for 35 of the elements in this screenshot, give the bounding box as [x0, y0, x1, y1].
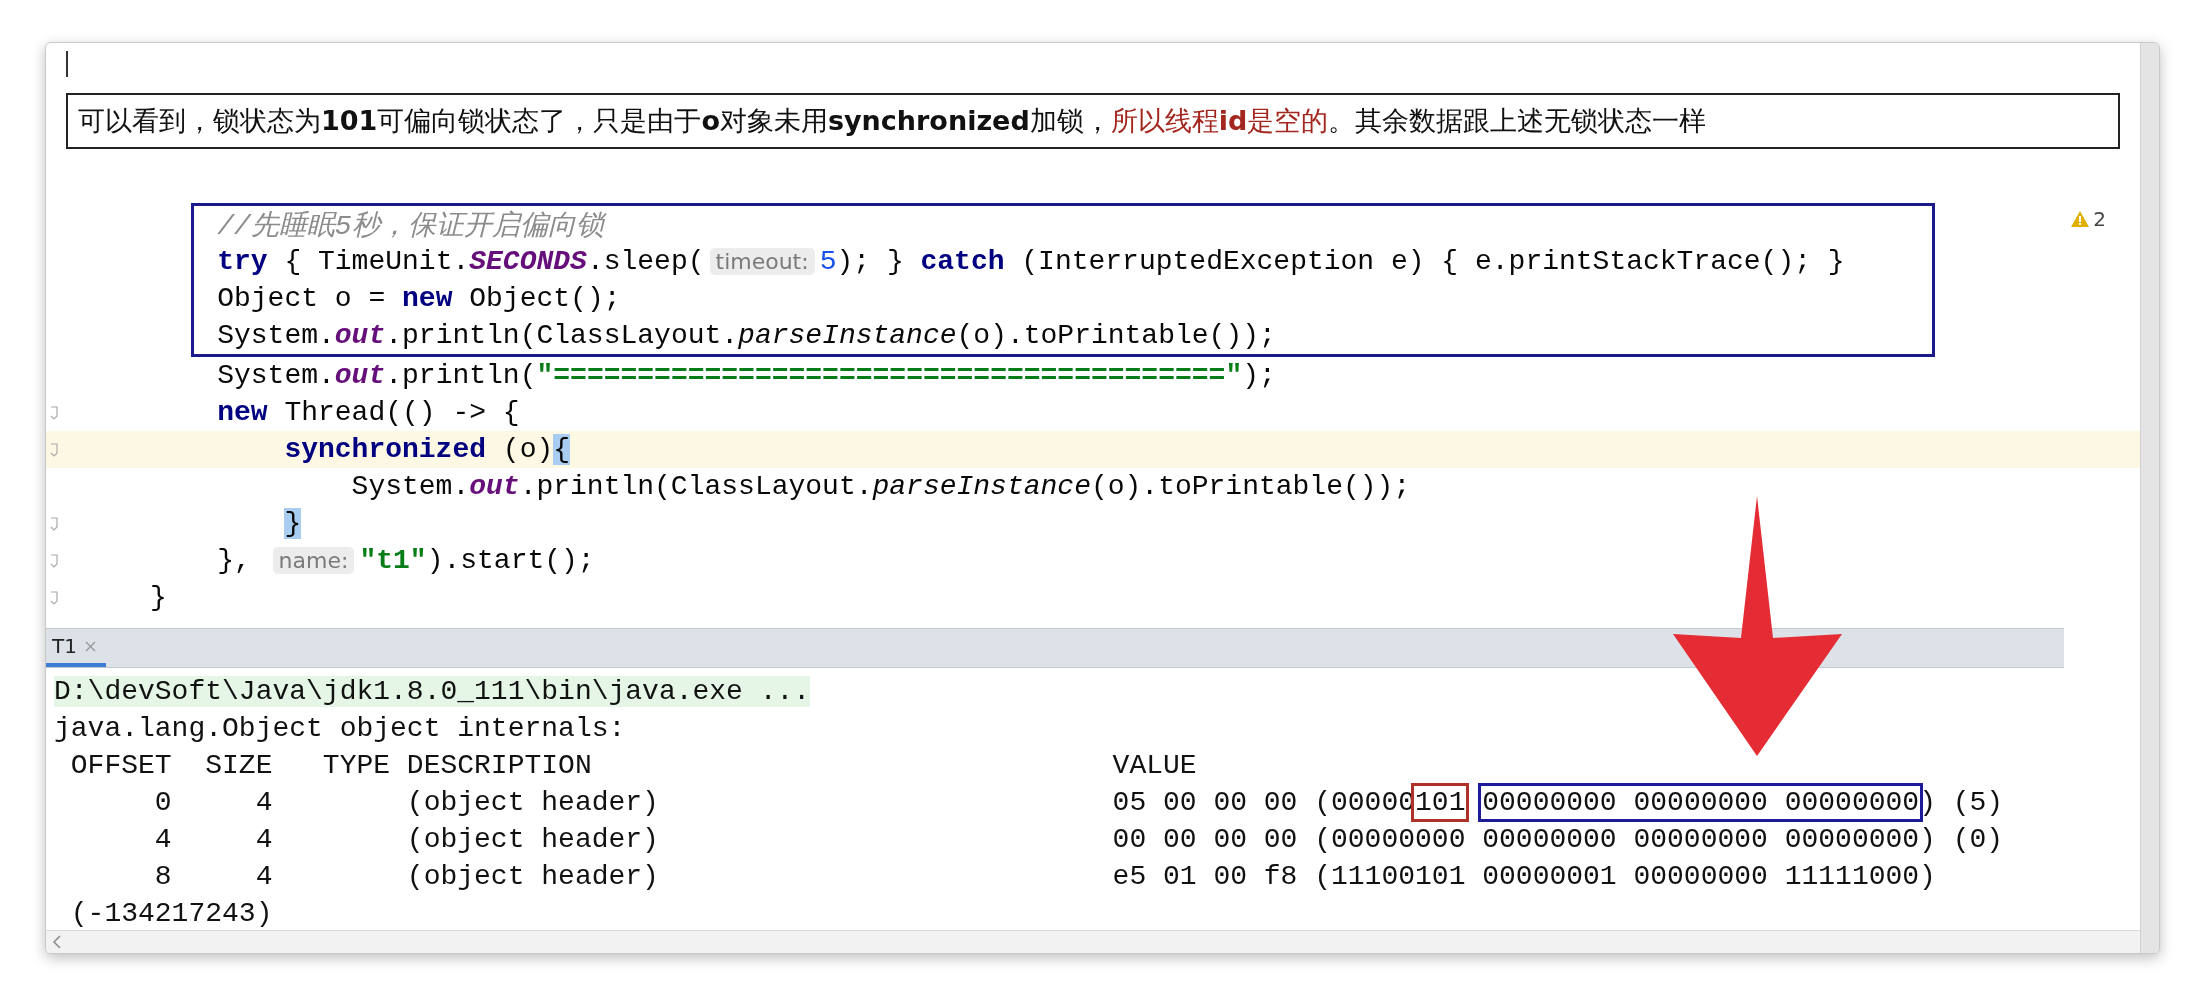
console-output: (-134217243) [69, 898, 273, 929]
console-output: ) (5) [1919, 787, 2004, 818]
text-caret [66, 51, 68, 77]
inlay-hint: name: [272, 547, 355, 574]
console-output: OFFSET SIZE TYPE DESCRIPTION VALUE [69, 750, 1197, 781]
fold-icon[interactable] [50, 516, 60, 531]
fold-icon[interactable] [50, 442, 60, 457]
code-text: } [150, 582, 167, 613]
fold-icon[interactable] [50, 590, 60, 605]
code-text: System.out.println("========================================"); [217, 360, 1276, 391]
close-icon[interactable] [84, 640, 96, 652]
warning-count[interactable]: 2 [2093, 207, 2106, 231]
matched-brace: } [284, 508, 302, 539]
console-output: 8 4 (object header) e5 01 00 f8 (11100101 00000001 00000000 11111000) [153, 861, 1936, 892]
code-text: "t1").start(); [359, 545, 595, 576]
console-output: 4 4 (object header) 00 00 00 00 (00000000 00000000 00000000 00000000) (0) [153, 824, 2004, 855]
fold-icon[interactable] [50, 553, 60, 568]
code-text: synchronized (o) [284, 434, 554, 465]
code-text: try { TimeUnit.SECONDS.sleep( [217, 246, 705, 277]
console-output: java.lang.Object object internals: [54, 713, 626, 744]
code-text: System.out.println(ClassLayout.parseInstance(o).toPrintable()); [351, 471, 1411, 502]
scrollbar[interactable] [2140, 43, 2159, 953]
note-text: 可以看到，锁状态为101可偏向锁状态了，只是由于o对象未用synchronized加锁，所以线程id是空的。其余数据跟上述无锁状态一样 [66, 93, 2120, 149]
fold-icon[interactable] [50, 405, 60, 420]
code-text: }, [217, 545, 252, 576]
code-text: System.out.println(ClassLayout.parseInstance(o).toPrintable()); [217, 320, 1276, 351]
inlay-hint: timeout: [709, 248, 815, 275]
warning-icon[interactable] [2071, 211, 2090, 227]
matched-brace: { [553, 434, 571, 465]
scroll-left-icon[interactable] [52, 935, 62, 949]
code-text: Object o = new Object(); [217, 283, 621, 314]
console-tab[interactable]: T1 [46, 629, 106, 667]
code-text: new Thread(() -> { [217, 397, 520, 428]
code-text: 5); } catch (InterruptedException e) { e.printStackTrace(); } [819, 246, 1845, 277]
console-output: 0 4 (object header) 05 00 00 00 (00000 [153, 787, 1416, 818]
